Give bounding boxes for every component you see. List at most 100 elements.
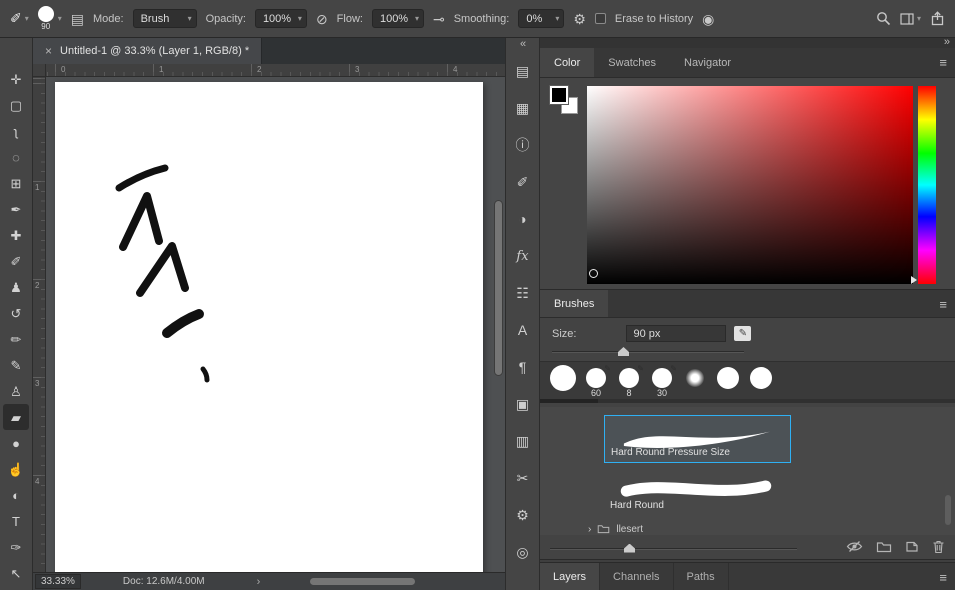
brush-settings-edit-button[interactable]: ✎	[734, 326, 752, 341]
eraser-tool[interactable]: ▰	[3, 404, 29, 430]
smoothing-select[interactable]: 0% ▾	[518, 9, 565, 28]
panel-menu-icon[interactable]: ≡	[939, 55, 947, 70]
libraries-icon[interactable]: ▣	[510, 391, 536, 417]
document-tab[interactable]: × Untitled-1 @ 33.3% (Layer 1, RGB/8) *	[33, 38, 263, 64]
brush-preset[interactable]	[550, 365, 576, 401]
collapse-panels-button[interactable]: «	[506, 38, 539, 50]
eyedropper-tool[interactable]: ✒	[3, 196, 29, 222]
brush-tool[interactable]: ✐	[3, 248, 29, 274]
delete-brush-button[interactable]	[932, 540, 945, 557]
brush-preset[interactable]: ✎ 8	[616, 364, 644, 398]
tab-color[interactable]: Color	[540, 48, 595, 77]
close-icon[interactable]: ×	[45, 44, 52, 58]
marquee-tool[interactable]: ▢	[3, 92, 29, 118]
tab-layers[interactable]: Layers	[540, 563, 601, 590]
share-button[interactable]	[930, 10, 945, 27]
trash-icon	[933, 540, 944, 553]
type-tool[interactable]: T	[3, 508, 29, 534]
actions-icon[interactable]: ☷	[510, 280, 536, 306]
pattern-stamp-tool[interactable]: ♙	[3, 378, 29, 404]
crop-tool[interactable]: ⊞	[3, 170, 29, 196]
hue-slider-marker[interactable]	[911, 276, 917, 284]
size-pressure-button[interactable]: ◉	[702, 12, 714, 26]
hue-slider[interactable]	[911, 86, 936, 284]
zoom-field[interactable]: 33.33%	[35, 574, 81, 589]
tab-brushes[interactable]: Brushes	[540, 290, 609, 317]
pencil-tool[interactable]: ✏	[3, 326, 29, 352]
stroke-preview-slider[interactable]	[550, 543, 797, 554]
canvas[interactable]	[55, 82, 483, 572]
brush-preset[interactable]	[715, 365, 741, 399]
smoothing-label: Smoothing:	[453, 12, 510, 25]
lasso-tool[interactable]: ʅ	[3, 118, 29, 144]
brush-size-field[interactable]: 90 px	[626, 325, 727, 342]
tool-presets-icon[interactable]: ✂	[510, 465, 536, 491]
status-expand-chevron[interactable]: ›	[257, 576, 261, 588]
tool-preset-dropdown[interactable]: ✐ ▾	[10, 10, 29, 27]
airbrush-button[interactable]: ⊸	[433, 12, 445, 26]
brush-folder-row[interactable]: › llesert	[588, 521, 643, 535]
tab-channels[interactable]: Channels	[600, 563, 674, 590]
layers-tab-bar: Layers Channels Paths ≡	[540, 562, 955, 590]
slider-thumb[interactable]	[624, 543, 635, 553]
foreground-color-swatch[interactable]	[549, 85, 569, 105]
properties-icon[interactable]: ◑	[510, 206, 536, 232]
direct-selection-tool[interactable]: ↖	[3, 560, 29, 586]
saturation-brightness-field[interactable]	[587, 86, 913, 284]
tab-swatches[interactable]: Swatches	[594, 48, 670, 77]
brush-list-scrollbar[interactable]	[945, 495, 951, 525]
tab-navigator[interactable]: Navigator	[670, 48, 745, 77]
character-icon[interactable]: A	[510, 317, 536, 343]
panel-menu-icon[interactable]: ≡	[939, 297, 947, 312]
blur-tool[interactable]: ●	[3, 430, 29, 456]
notes-icon[interactable]: ▥	[510, 428, 536, 454]
brush-preset[interactable]: ✎ 30	[649, 364, 677, 398]
clone-stamp-tool[interactable]: ♟	[3, 274, 29, 300]
opacity-pressure-button[interactable]: ⊘	[316, 12, 328, 26]
horizontal-scrollbar[interactable]	[310, 578, 415, 585]
presets-icon[interactable]: ▤	[510, 58, 536, 84]
slider-thumb[interactable]	[618, 347, 629, 356]
tab-paths[interactable]: Paths	[674, 563, 729, 590]
flow-select[interactable]: 100% ▾	[371, 9, 424, 28]
history-brush-tool[interactable]: ↺	[3, 300, 29, 326]
workspace-switcher[interactable]: ▾	[900, 12, 921, 25]
expand-panels-button[interactable]: »	[944, 36, 950, 48]
brush-preset-picker[interactable]: 90 ▾	[37, 6, 62, 31]
new-group-button[interactable]	[876, 541, 892, 556]
info-icon[interactable]: ⓘ	[510, 132, 536, 158]
paragraph-icon[interactable]: ¶	[510, 354, 536, 380]
histogram-icon[interactable]: ◎	[510, 539, 536, 565]
dodge-tool[interactable]: ◐	[3, 482, 29, 508]
presets-scrollbar-thumb[interactable]	[540, 399, 598, 403]
mixer-brush-tool[interactable]: ✎	[3, 352, 29, 378]
pen-tool[interactable]: ✑	[3, 534, 29, 560]
smudge-tool[interactable]: ☝	[3, 456, 29, 482]
brush-preset[interactable]	[748, 365, 774, 399]
panel-menu-icon[interactable]: ≡	[939, 570, 947, 585]
color-field-cursor[interactable]	[589, 269, 598, 278]
search-button[interactable]	[876, 11, 891, 26]
move-tool[interactable]: ✛	[3, 66, 29, 92]
styles-icon[interactable]: fx	[510, 243, 536, 269]
brush-settings-icon[interactable]: ✐	[510, 169, 536, 195]
workspace-icon	[900, 12, 914, 25]
brush-preset[interactable]	[682, 365, 708, 397]
erase-to-history-checkbox[interactable]	[594, 13, 606, 24]
toggle-preview-button[interactable]	[846, 540, 863, 556]
quick-selection-tool[interactable]: ◌	[3, 144, 29, 170]
presets-scrollbar[interactable]	[540, 399, 955, 403]
adjustments-icon[interactable]: ▦	[510, 95, 536, 121]
new-brush-button[interactable]	[905, 540, 919, 556]
mode-select[interactable]: Brush ▾	[132, 9, 197, 28]
brush-settings-toggle-button[interactable]: ▤	[71, 12, 84, 26]
smoothing-gear-button[interactable]: ⚙	[573, 12, 586, 26]
brush-list-item[interactable]: Hard Round	[604, 467, 791, 515]
glyphs-icon[interactable]: ⚙	[510, 502, 536, 528]
brush-preset[interactable]: ✎ 60	[583, 364, 611, 398]
healing-brush-tool[interactable]: ✚	[3, 222, 29, 248]
brush-size-slider[interactable]	[552, 346, 744, 357]
opacity-select[interactable]: 100% ▾	[254, 9, 307, 28]
brush-list-item[interactable]: Hard Round Pressure Size	[604, 415, 791, 463]
vertical-scrollbar[interactable]	[494, 200, 503, 376]
